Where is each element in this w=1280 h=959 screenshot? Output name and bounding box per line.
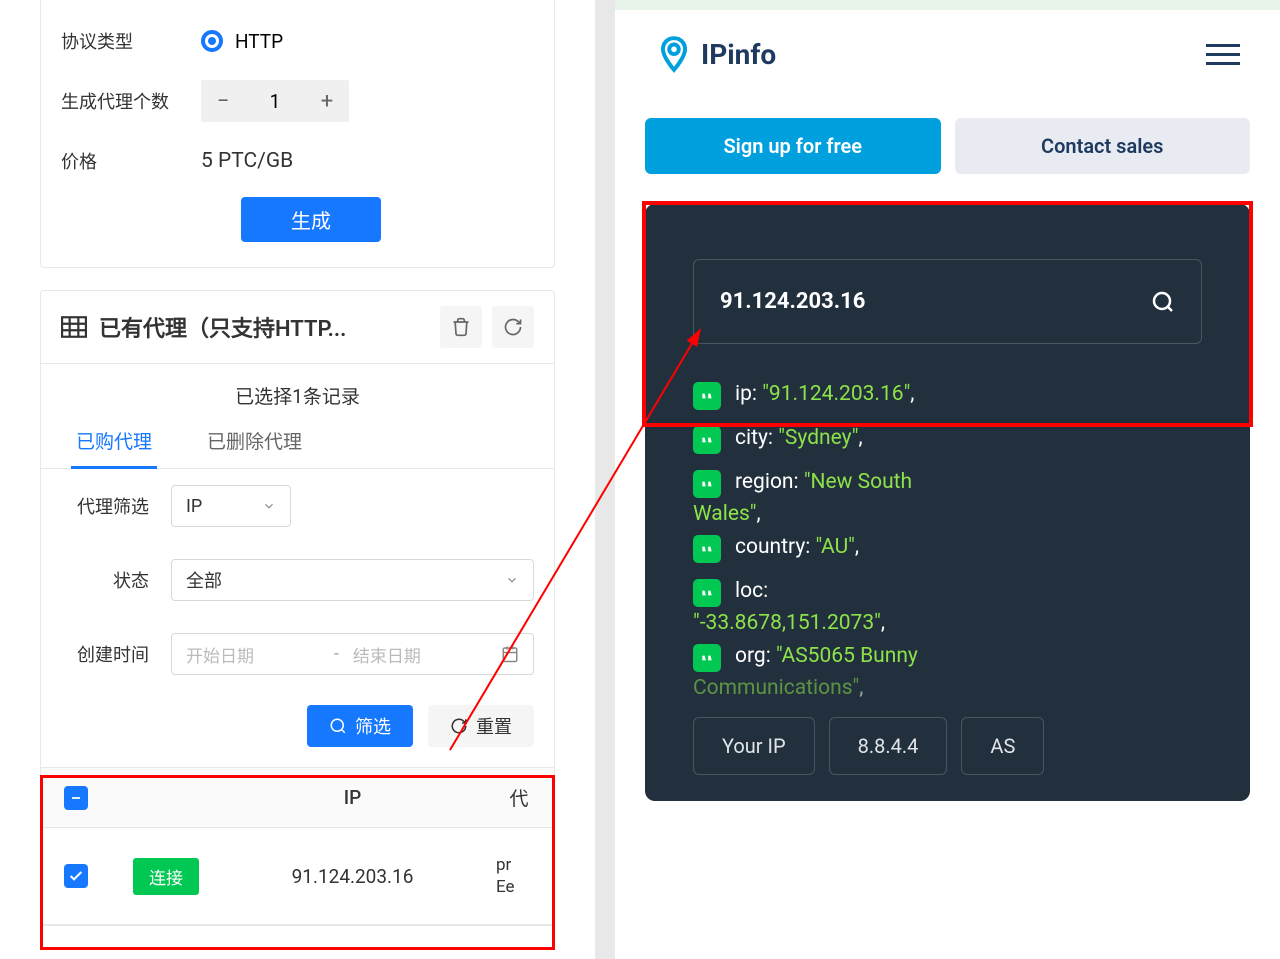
protocol-value: HTTP [235,30,283,53]
delete-button[interactable] [440,306,482,348]
cell-ip: 91.124.203.16 [221,828,484,925]
cell-proxy-fragment: prEe [484,828,554,925]
created-time-label: 创建时间 [61,641,161,667]
refresh-icon [450,717,468,735]
col-proxy: 代 [484,768,554,828]
filter-button[interactable]: 筛选 [307,705,413,747]
stepper-value: 1 [245,80,305,122]
date-range-input[interactable]: 开始日期 - 结束日期 [171,633,534,675]
quote-icon [693,535,721,563]
search-value: 91.124.203.16 [720,289,1151,314]
status-select[interactable]: 全部 [171,559,534,601]
proxy-filter-label: 代理筛选 [61,493,161,519]
ip-search-input[interactable]: 91.124.203.16 [693,259,1202,344]
select-all-checkbox[interactable] [64,786,88,810]
json-row-ip: ip: "91.124.203.16", [693,374,1202,418]
row-checkbox[interactable] [64,864,88,888]
tab-purchased[interactable]: 已购代理 [71,427,157,468]
chevron-down-icon [505,573,519,587]
stepper-plus[interactable]: + [305,80,349,122]
status-label: 状态 [61,567,161,593]
contact-button[interactable]: Contact sales [955,118,1251,174]
logo-pin-icon [655,35,693,73]
json-row-loc: loc: [693,571,1202,615]
date-end: 结束日期 [353,642,487,667]
example-as-pill[interactable]: AS [961,717,1044,775]
date-start: 开始日期 [186,642,320,667]
calendar-icon [501,645,519,663]
quote-icon [693,382,721,410]
json-row-org: org: "AS5065 Bunny [693,636,1202,680]
json-row-region: region: "New South [693,462,1202,506]
search-icon [329,717,347,735]
json-row-city: city: "Sydney", [693,418,1202,462]
stepper-minus[interactable]: − [201,80,245,122]
reset-button[interactable]: 重置 [428,705,534,747]
table-row: 连接 91.124.203.16 prEe [41,828,554,925]
quote-icon [693,426,721,454]
price-value: 5 PTC/GB [201,149,293,173]
selection-info: 已选择1条记录 [41,364,554,427]
table-title: 已有代理（只支持HTTP... [99,311,346,343]
ipinfo-logo: IPinfo [655,35,776,73]
ip-details-card: 91.124.203.16 ip: "91.124.203.16", city:… [645,204,1250,801]
quote-icon [693,470,721,498]
quote-icon [693,579,721,607]
signup-button[interactable]: Sign up for free [645,118,941,174]
brand-text: IPinfo [701,38,776,71]
chevron-down-icon [262,499,276,513]
protocol-label: 协议类型 [61,28,201,54]
filter-mode-select[interactable]: IP [171,485,291,527]
count-label: 生成代理个数 [61,88,201,114]
yourip-pill[interactable]: Your IP [693,717,815,775]
tab-deleted[interactable]: 已删除代理 [202,427,307,468]
quote-icon [693,644,721,672]
example-ip-pill[interactable]: 8.8.4.4 [829,717,948,775]
quantity-stepper[interactable]: − 1 + [201,80,349,122]
generate-button[interactable]: 生成 [241,197,381,242]
refresh-button[interactable] [492,306,534,348]
status-badge: 连接 [133,858,199,895]
table-grid-icon [61,316,87,338]
protocol-radio-http[interactable]: HTTP [201,30,283,53]
search-icon [1151,290,1175,314]
price-label: 价格 [61,148,201,174]
menu-button[interactable] [1206,44,1240,65]
col-ip: IP [221,768,484,828]
json-row-country: country: "AU", [693,527,1202,571]
proxy-table: IP 代 连接 91.124.203.16 prEe [41,767,554,925]
